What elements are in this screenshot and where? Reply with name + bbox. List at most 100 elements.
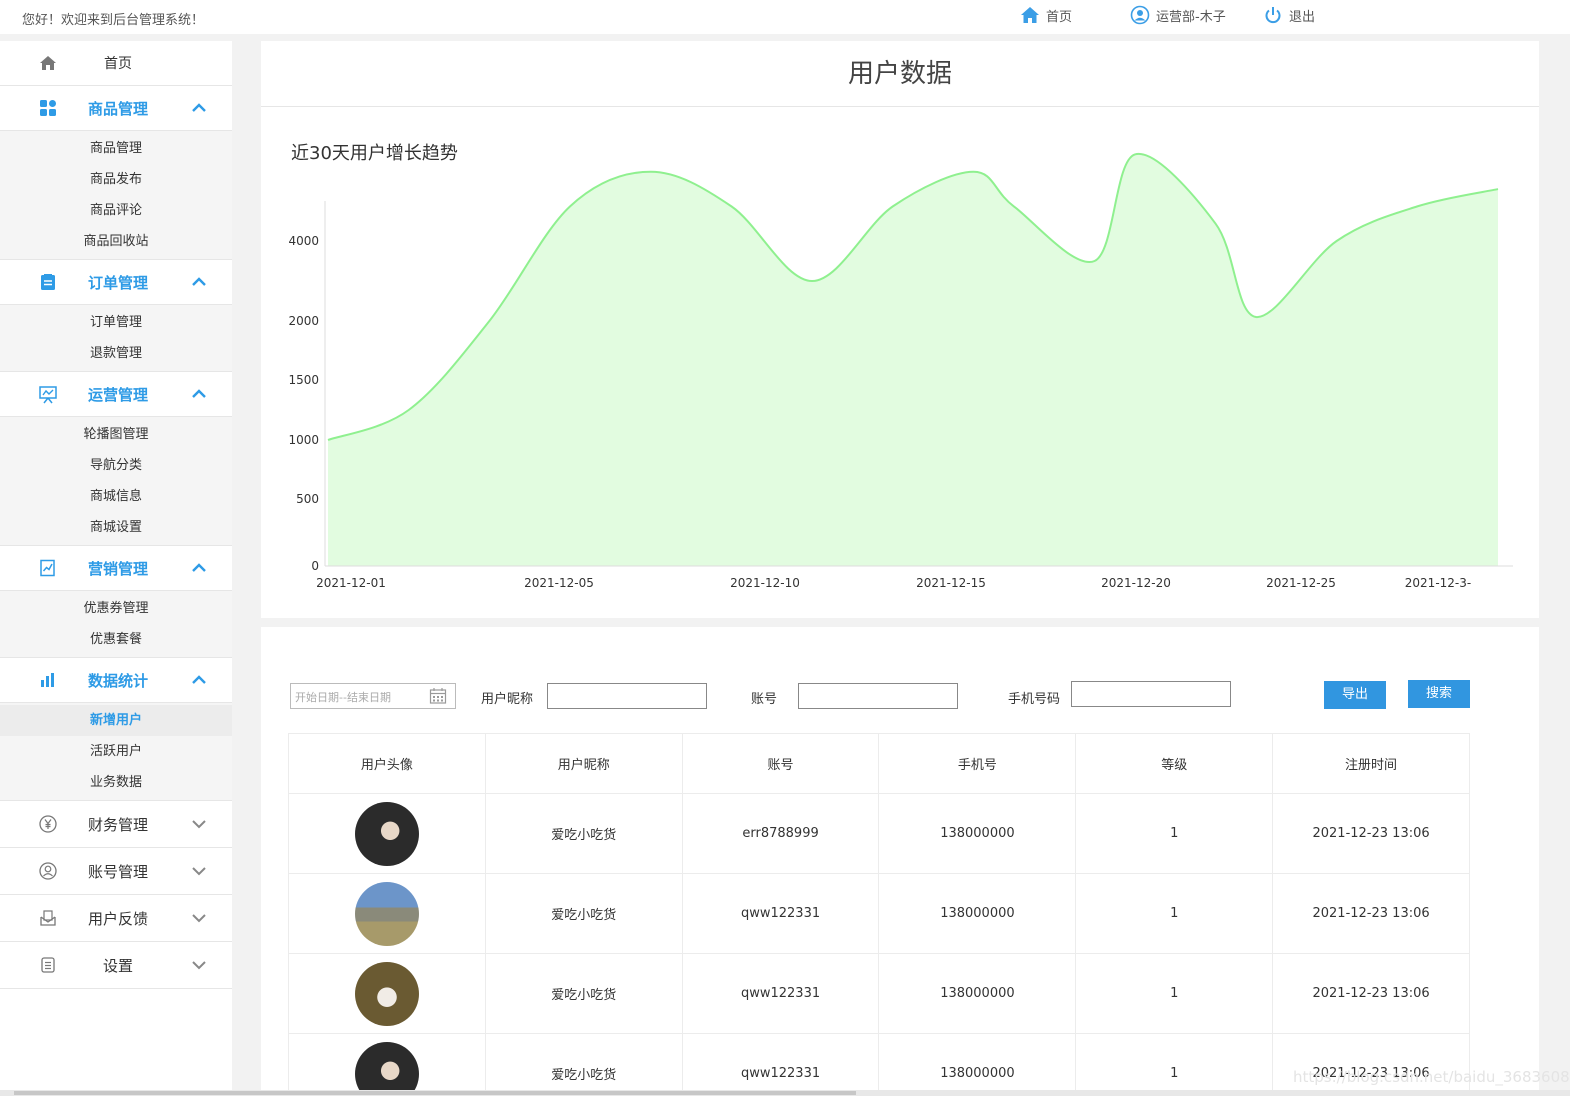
column-header-account[interactable]: 账号 xyxy=(681,733,880,794)
table-row[interactable]: 爱吃小吃货 qww122331 138000000 1 2021-12-23 1… xyxy=(288,873,1470,954)
sidebar-submenu-goods: 商品管理 商品发布 商品评论 商品回收站 xyxy=(0,131,232,260)
register-time-cell: 2021-12-23 13:06 xyxy=(1272,793,1470,874)
account-label: 账号 xyxy=(751,692,778,707)
filter-bar: 开始日期--结束日期 用户昵称 账号 手机号码 导出 搜索 xyxy=(261,680,1539,711)
y-tick-label: 500 xyxy=(296,492,319,506)
sidebar-group-goods[interactable]: 商品管理 xyxy=(0,86,232,131)
phone-cell: 138000000 xyxy=(878,793,1077,874)
sidebar-item-new-users[interactable]: 新增用户 xyxy=(0,705,232,736)
y-tick-label: 4000 xyxy=(288,234,319,248)
home-link[interactable]: 首页 xyxy=(1020,5,1072,25)
nickname-cell: 爱吃小吃货 xyxy=(484,873,683,954)
date-range-picker[interactable]: 开始日期--结束日期 xyxy=(290,683,456,709)
chevron-up-icon[interactable] xyxy=(190,99,208,117)
x-tick-label: 2021-12-10 xyxy=(730,576,800,590)
welcome-text: 您好！欢迎来到后台管理系统！ xyxy=(22,13,205,28)
horizontal-scrollbar[interactable] xyxy=(0,1090,1570,1096)
sidebar-item-goods-recycle[interactable]: 商品回收站 xyxy=(0,226,232,257)
account-cell: qww122331 xyxy=(681,873,880,954)
user-icon xyxy=(1130,5,1150,25)
sidebar-item-nav-category[interactable]: 导航分类 xyxy=(0,450,232,481)
column-header-register-time[interactable]: 注册时间 xyxy=(1272,733,1470,794)
user-growth-chart: 0 500 1000 1500 2000 4000 2021-12-01 2021-12-05… xyxy=(288,153,1513,590)
sidebar-item-mall-settings[interactable]: 商城设置 xyxy=(0,512,232,543)
chevron-down-icon[interactable] xyxy=(190,956,208,974)
user-menu[interactable]: 运营部-木子 xyxy=(1130,5,1226,25)
sidebar-item-refund-manage[interactable]: 退款管理 xyxy=(0,338,232,369)
sidebar-item-home-label: 首页 xyxy=(104,56,132,72)
sidebar-group-feedback[interactable]: 用户反馈 xyxy=(0,895,232,942)
phone-input[interactable] xyxy=(1071,681,1231,707)
sidebar-group-operations[interactable]: 运营管理 xyxy=(0,372,232,417)
export-button[interactable]: 导出 xyxy=(1324,681,1386,709)
y-tick-label: 2000 xyxy=(288,314,319,328)
x-tick-label: 2021-12-01 xyxy=(316,576,386,590)
account-cell: err8788999 xyxy=(681,793,880,874)
sidebar-submenu-statistics: 新增用户 活跃用户 业务数据 xyxy=(0,703,232,801)
sidebar-item-home[interactable]: 首页 xyxy=(0,41,232,86)
sidebar-submenu-marketing: 优惠券管理 优惠套餐 xyxy=(0,591,232,658)
x-tick-label: 2021-12-3- xyxy=(1405,576,1471,590)
chevron-down-icon[interactable] xyxy=(190,815,208,833)
register-time-cell: 2021-12-23 13:06 xyxy=(1272,873,1470,954)
x-tick-label: 2021-12-15 xyxy=(916,576,986,590)
column-header-level[interactable]: 等级 xyxy=(1075,733,1274,794)
sidebar-item-banner[interactable]: 轮播图管理 xyxy=(0,419,232,450)
logout-button[interactable]: 退出 xyxy=(1263,5,1315,25)
level-cell: 1 xyxy=(1075,793,1274,874)
sidebar-group-settings[interactable]: 设置 xyxy=(0,942,232,989)
column-header-nickname[interactable]: 用户昵称 xyxy=(484,733,683,794)
sidebar-item-goods-comments[interactable]: 商品评论 xyxy=(0,195,232,226)
sidebar-submenu-operations: 轮播图管理 导航分类 商城信息 商城设置 xyxy=(0,417,232,546)
sidebar-group-finance[interactable]: 财务管理 xyxy=(0,801,232,848)
sidebar-group-statistics[interactable]: 数据统计 xyxy=(0,658,232,703)
logout-label: 退出 xyxy=(1289,9,1316,25)
sidebar-item-active-users[interactable]: 活跃用户 xyxy=(0,736,232,767)
x-tick-label: 2021-12-20 xyxy=(1101,576,1171,590)
column-header-avatar[interactable]: 用户头像 xyxy=(288,733,486,794)
table-row[interactable]: 爱吃小吃货 qww122331 138000000 1 2021-12-23 1… xyxy=(288,953,1470,1034)
sidebar-group-marketing[interactable]: 营销管理 xyxy=(0,546,232,591)
sidebar-item-goods-manage[interactable]: 商品管理 xyxy=(0,133,232,164)
phone-cell: 138000000 xyxy=(878,873,1077,954)
search-button[interactable]: 搜索 xyxy=(1408,680,1470,708)
nickname-input[interactable] xyxy=(547,683,707,709)
sidebar-item-business-data[interactable]: 业务数据 xyxy=(0,767,232,798)
table-row[interactable]: 爱吃小吃货 qww122331 138000000 1 2021-12-23 1… xyxy=(288,1033,1470,1096)
sidebar-item-package[interactable]: 优惠套餐 xyxy=(0,624,232,655)
chevron-up-icon[interactable] xyxy=(190,671,208,689)
scrollbar-thumb[interactable] xyxy=(14,1091,856,1095)
sidebar-submenu-orders: 订单管理 退款管理 xyxy=(0,305,232,372)
sidebar-item-coupon[interactable]: 优惠券管理 xyxy=(0,593,232,624)
calendar-icon xyxy=(429,688,447,704)
table-row[interactable]: 爱吃小吃货 err8788999 138000000 1 2021-12-23 … xyxy=(288,793,1470,874)
chart-area xyxy=(328,153,1498,566)
chevron-up-icon[interactable] xyxy=(190,385,208,403)
watermark: https://blog.csdn.net/baidu_36836080 xyxy=(1293,1068,1570,1086)
chevron-up-icon[interactable] xyxy=(190,559,208,577)
nickname-cell: 爱吃小吃货 xyxy=(484,953,683,1034)
level-cell: 1 xyxy=(1075,873,1274,954)
power-icon xyxy=(1265,7,1281,24)
nickname-cell: 爱吃小吃货 xyxy=(484,793,683,874)
sidebar-group-account[interactable]: 账号管理 xyxy=(0,848,232,895)
chevron-down-icon[interactable] xyxy=(190,909,208,927)
chart-panel: 用户数据 近30天用户增长趋势 0 500 1000 1500 2000 4000 2021… xyxy=(261,41,1539,618)
chevron-down-icon[interactable] xyxy=(190,862,208,880)
user-avatar[interactable] xyxy=(354,801,419,866)
chevron-up-icon[interactable] xyxy=(190,273,208,291)
sidebar-item-mall-info[interactable]: 商城信息 xyxy=(0,481,232,512)
phone-cell: 138000000 xyxy=(878,1033,1077,1096)
user-avatar[interactable] xyxy=(354,881,419,946)
date-range-placeholder: 开始日期--结束日期 xyxy=(295,691,391,704)
sidebar-item-goods-publish[interactable]: 商品发布 xyxy=(0,164,232,195)
sidebar-item-order-manage[interactable]: 订单管理 xyxy=(0,307,232,338)
account-input[interactable] xyxy=(798,683,958,709)
phone-label: 手机号码 xyxy=(1008,692,1061,707)
sidebar-group-orders[interactable]: 订单管理 xyxy=(0,260,232,305)
column-header-phone[interactable]: 手机号 xyxy=(878,733,1077,794)
user-table-panel: 开始日期--结束日期 用户昵称 账号 手机号码 导出 搜索 用户头像 用户昵称 … xyxy=(261,627,1539,1096)
user-avatar[interactable] xyxy=(354,961,419,1026)
user-avatar[interactable] xyxy=(354,1041,419,1096)
nickname-cell: 爱吃小吃货 xyxy=(484,1033,683,1096)
